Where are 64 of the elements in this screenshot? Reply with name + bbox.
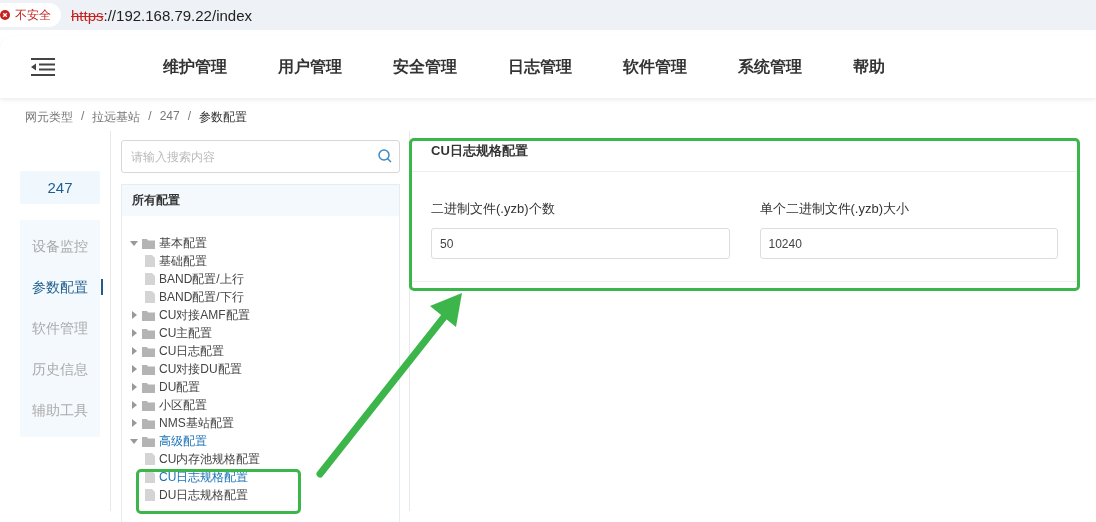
breadcrumb-current: 参数配置 [199,109,248,126]
breadcrumb-separator: / [148,109,152,125]
nav-menu-item[interactable]: 软件管理 [623,56,687,78]
nav-menu-item[interactable]: 用户管理 [278,56,342,78]
folder-icon [142,309,155,321]
address-field[interactable]: https://192.168.79.22/index [71,6,252,24]
field-label: 单个二进制文件(.yzb)大小 [759,200,910,218]
folder-icon [142,399,155,411]
nav-menu-item[interactable]: 安全管理 [393,56,457,78]
device-label: 247 [20,171,100,204]
nav-menu-item[interactable]: 维护管理 [163,56,227,78]
tree-item[interactable]: BAND配置/上行 [159,270,244,288]
breadcrumb-separator: / [187,109,192,125]
input-field[interactable]: 10240 [759,228,1058,259]
breadcrumb-link[interactable]: 247 [159,109,180,131]
folder-icon [142,417,155,429]
tree-item[interactable]: CU对接DU配置 [159,360,242,378]
caret-icon[interactable] [130,419,138,427]
menu-icon[interactable] [31,58,55,76]
nav-menu-item[interactable]: 系统管理 [738,56,802,78]
file-icon [145,273,155,285]
caret-icon[interactable] [130,365,138,373]
folder-icon [142,345,155,357]
file-icon [145,489,155,501]
caret-icon[interactable] [130,437,138,445]
file-icon [145,471,155,483]
folder-icon [142,363,155,375]
tree-item[interactable]: DU日志规格配置 [159,486,249,504]
field-label: 二进制文件(.yzb)个数 [431,200,556,218]
caret-icon[interactable] [130,311,138,319]
tree-item[interactable]: 基础配置 [159,252,207,270]
caret-icon[interactable] [130,383,138,391]
caret-icon[interactable] [130,401,138,409]
caret-icon[interactable] [130,329,138,337]
breadcrumb-link[interactable]: 拉远基站 [92,109,141,131]
tree-title: 所有配置 [122,185,399,216]
folder-icon [142,435,155,447]
file-icon [145,453,155,465]
tree-item[interactable]: 高级配置 [159,432,207,450]
panel-title: CU日志规格配置 [410,131,1078,172]
tree-item[interactable]: CU日志配置 [159,342,225,360]
folder-icon [142,237,155,249]
nav-menu-item[interactable]: 帮助 [853,56,885,78]
tree-item[interactable]: CU对接AMF配置 [159,306,250,324]
tree-item[interactable]: NMS基站配置 [159,414,234,432]
tree-item[interactable]: 基本配置 [159,234,207,252]
caret-icon[interactable] [130,239,138,247]
side-menu-item[interactable]: 参数配置 [20,267,100,308]
tree-item[interactable]: CU内存池规格配置 [159,450,261,468]
folder-icon [142,381,155,393]
breadcrumb-link[interactable]: 网元类型 [25,109,73,131]
search-icon[interactable] [378,149,392,163]
breadcrumb-separator: / [81,109,85,125]
folder-icon [142,327,155,339]
file-icon [145,291,155,303]
input-field[interactable]: 50 [431,228,730,259]
caret-icon[interactable] [130,347,138,355]
nav-menu-item[interactable]: 日志管理 [508,56,572,78]
tree-item[interactable]: BAND配置/下行 [159,288,244,306]
tree-item[interactable]: DU配置 [159,378,201,396]
search-field[interactable]: 请输入搜索内容 [121,140,400,173]
file-icon [145,255,155,267]
tree-item[interactable]: 小区配置 [159,396,207,414]
tree-item[interactable]: CU主配置 [159,324,213,342]
